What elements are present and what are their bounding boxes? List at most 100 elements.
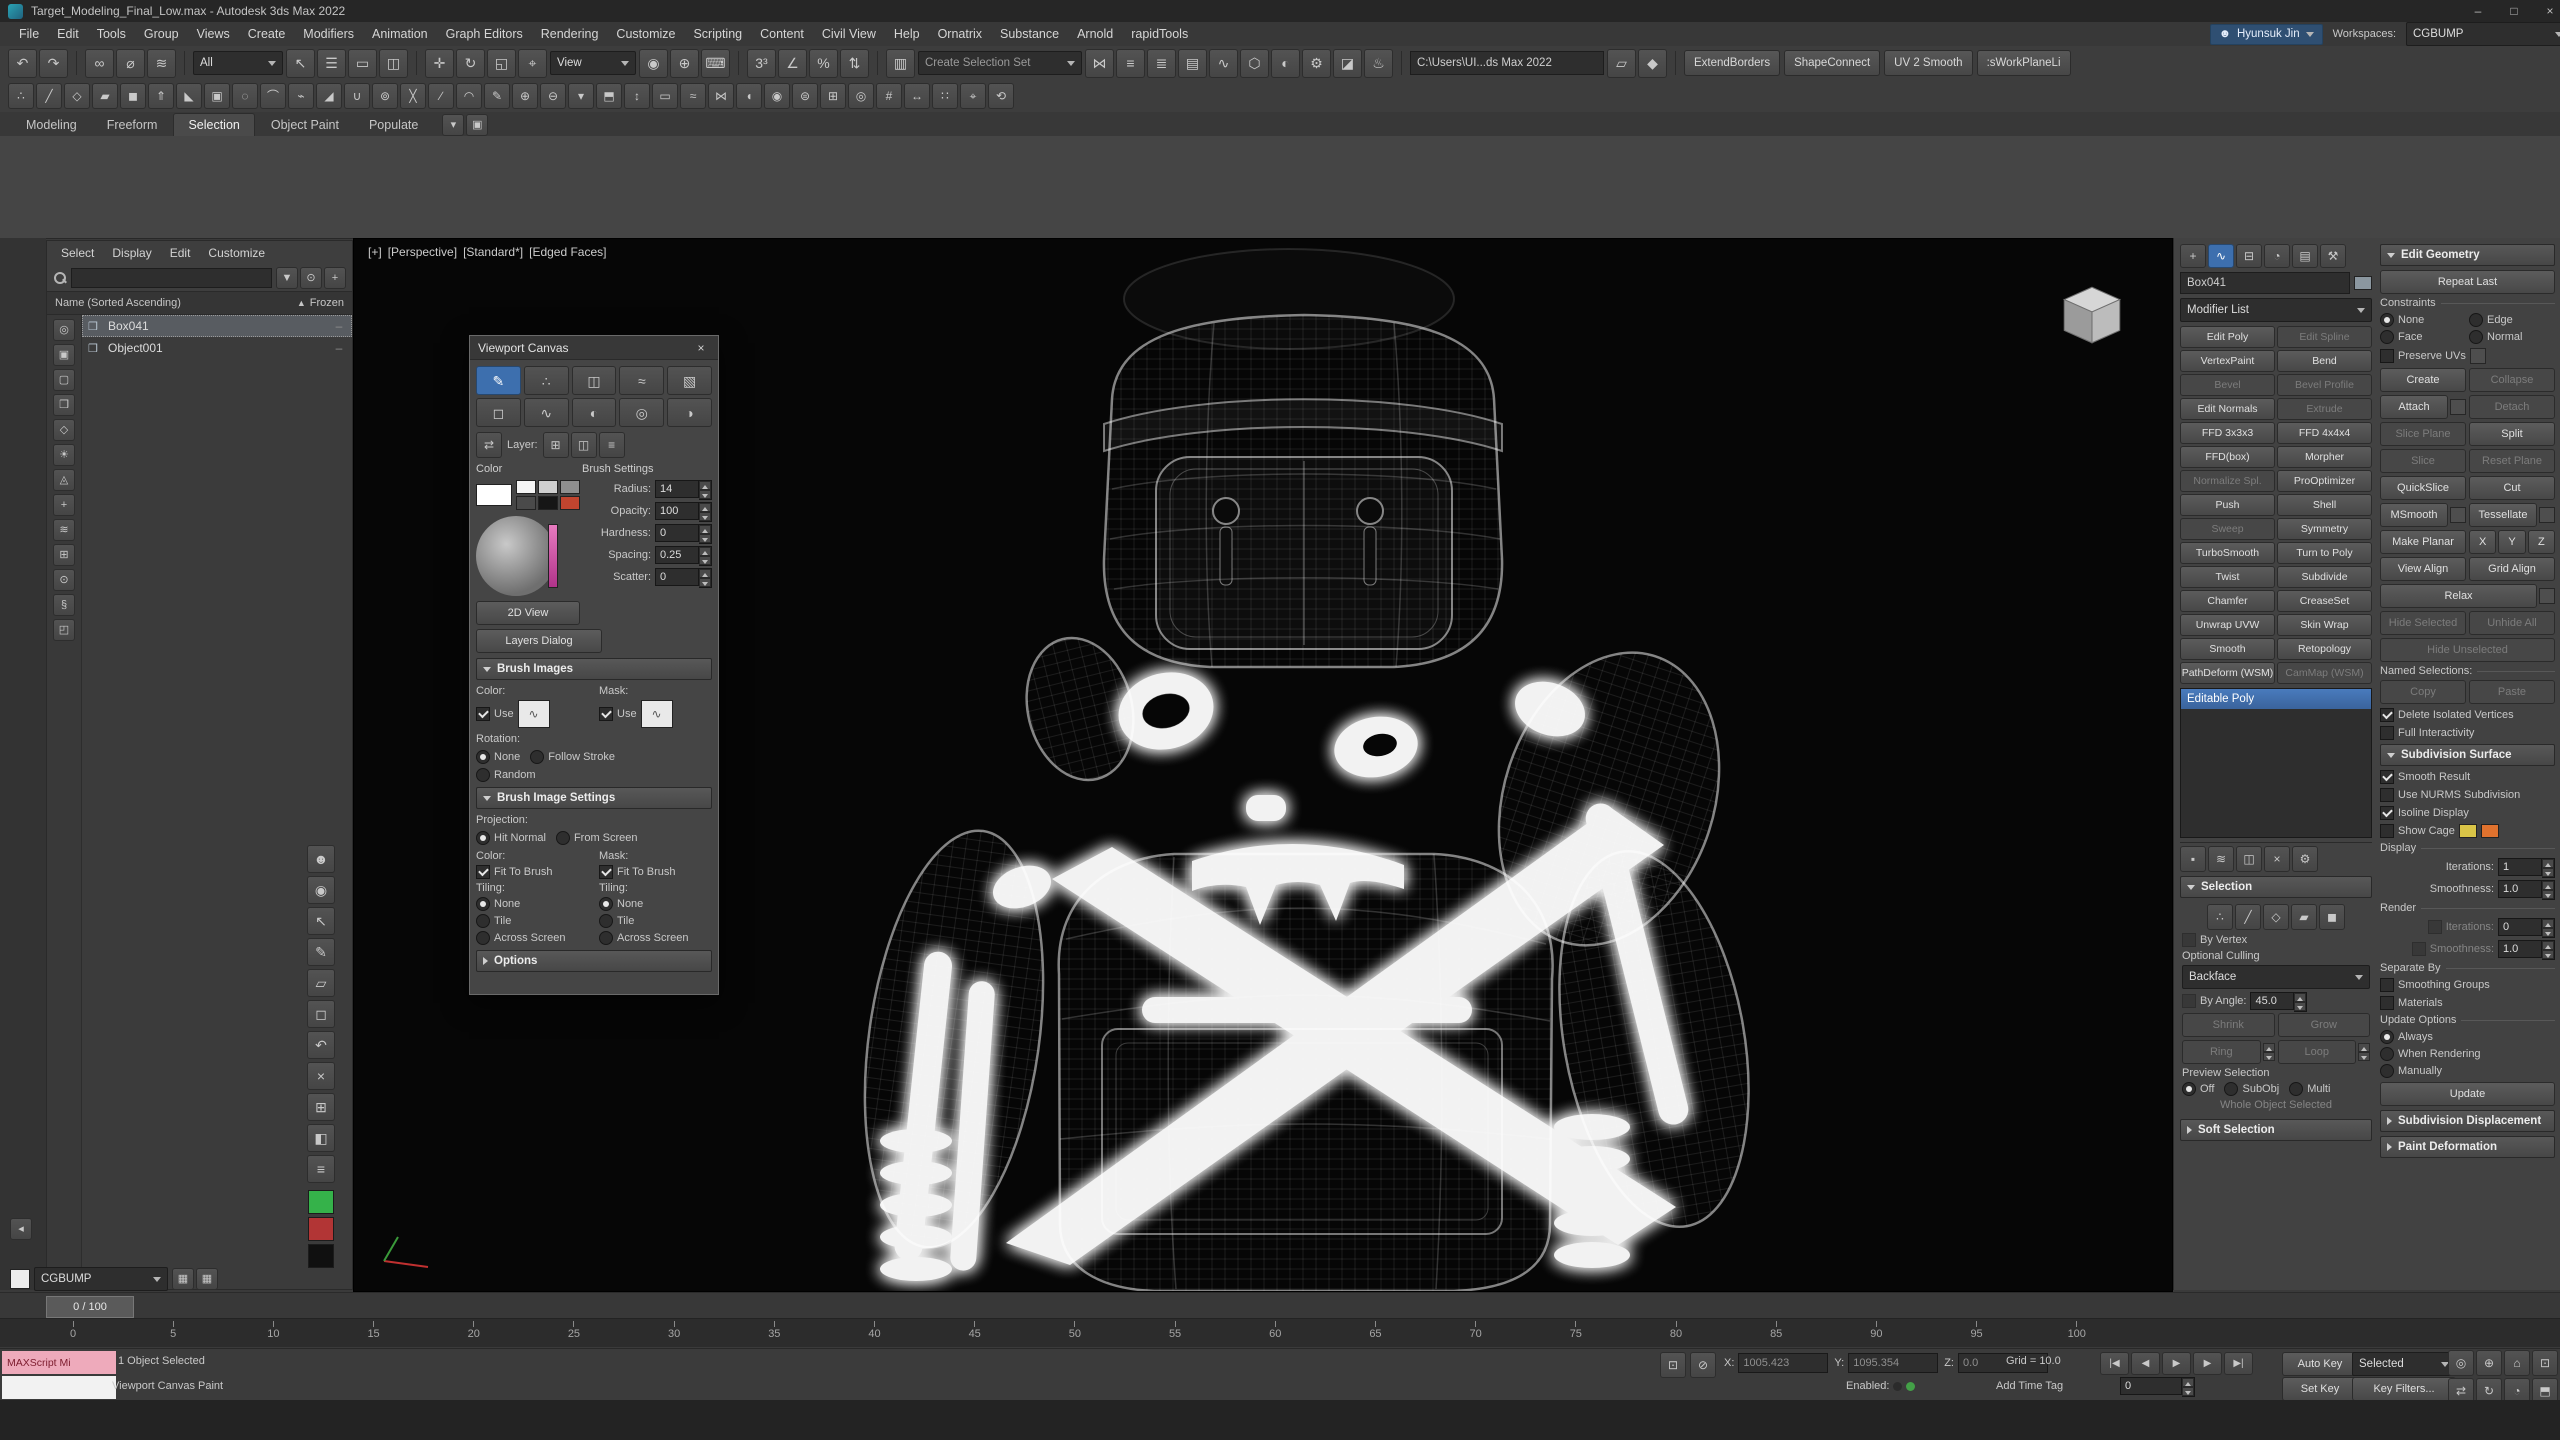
swatch-gray[interactable] bbox=[560, 480, 580, 494]
key-filters-button[interactable]: Key Filters... bbox=[2352, 1377, 2456, 1401]
menu-item[interactable]: File bbox=[10, 25, 48, 43]
timeline-tick[interactable]: 90 bbox=[1863, 1321, 1889, 1340]
tessellate-settings-button[interactable] bbox=[2539, 507, 2555, 523]
modifier-button[interactable]: CreaseSet bbox=[2277, 590, 2372, 612]
update-option-radio[interactable]: Always bbox=[2380, 1030, 2555, 1044]
symmetry-tool-icon[interactable]: ◖ bbox=[736, 83, 762, 109]
modifier-button[interactable]: Normalize Spl. bbox=[2180, 470, 2275, 492]
undo-icon[interactable]: ↶ bbox=[8, 49, 37, 78]
project-folder-icon[interactable]: ▱ bbox=[1607, 49, 1636, 78]
tiling-radio[interactable]: None bbox=[599, 897, 712, 911]
zoom-icon[interactable]: ◎ bbox=[2448, 1350, 2474, 1376]
align-icon[interactable]: ≡ bbox=[1116, 49, 1145, 78]
tiling-radio[interactable]: Across Screen bbox=[599, 931, 712, 945]
measure-icon[interactable]: ↔ bbox=[904, 83, 930, 109]
scene-object-row[interactable]: ❒ Object001 – bbox=[82, 337, 352, 359]
planar-z-button[interactable]: Z bbox=[2528, 530, 2555, 554]
fit-to-brush-mask-checkbox[interactable] bbox=[599, 865, 613, 879]
lattice-icon[interactable]: ⊞ bbox=[820, 83, 846, 109]
timeline-tick[interactable]: 50 bbox=[1062, 1321, 1088, 1340]
rollout-paint-deformation[interactable]: Paint Deformation bbox=[2380, 1136, 2555, 1158]
timeline-tick[interactable]: 100 bbox=[2064, 1321, 2090, 1340]
color-brush-thumbnail[interactable]: ∿ bbox=[518, 700, 550, 728]
explorer-groups-filter-icon[interactable]: ⊞ bbox=[53, 544, 75, 566]
ribbon-tab[interactable]: Populate bbox=[355, 114, 432, 136]
element-subobject-icon[interactable]: ◼ bbox=[2319, 904, 2345, 930]
connect-icon[interactable]: ⌁ bbox=[288, 83, 314, 109]
vertex-mode-icon[interactable]: ∴ bbox=[8, 83, 34, 109]
explorer-spacewarps-filter-icon[interactable]: ≋ bbox=[53, 519, 75, 541]
rollout-edit-geometry[interactable]: Edit Geometry bbox=[2380, 244, 2555, 266]
select-and-link-icon[interactable]: ∞ bbox=[85, 49, 114, 78]
menu-item[interactable]: Create bbox=[239, 25, 295, 43]
new-layer-icon[interactable]: ⊞ bbox=[543, 432, 569, 458]
relax-button[interactable]: Relax bbox=[2380, 584, 2537, 608]
menu-item[interactable]: Animation bbox=[363, 25, 437, 43]
relax-tool-icon[interactable]: ≈ bbox=[680, 83, 706, 109]
isolate-selection-toggle-icon[interactable]: ⊡ bbox=[1660, 1352, 1686, 1378]
zoom-all-icon[interactable]: ⊕ bbox=[2476, 1350, 2502, 1376]
menu-item[interactable]: Help bbox=[885, 25, 929, 43]
mask-brush-thumbnail[interactable]: ∿ bbox=[641, 700, 673, 728]
array-icon[interactable]: ∷ bbox=[932, 83, 958, 109]
make-planar-tool-icon[interactable]: ▭ bbox=[652, 83, 678, 109]
relax-settings-button[interactable] bbox=[2539, 588, 2555, 604]
zoom-region-icon[interactable]: ⊡ bbox=[2532, 1350, 2558, 1376]
use-mask-checkbox[interactable] bbox=[599, 707, 613, 721]
set-key-button[interactable]: Set Key bbox=[2282, 1377, 2358, 1401]
preview-radio[interactable]: Off bbox=[2182, 1082, 2214, 1096]
preserve-uvs-checkbox[interactable] bbox=[2380, 349, 2394, 363]
swift-loop-icon[interactable]: ◠ bbox=[456, 83, 482, 109]
measure-ruler-icon[interactable]: ▱ bbox=[307, 969, 335, 997]
reset-xform-icon[interactable]: ⟲ bbox=[988, 83, 1014, 109]
inset-icon[interactable]: ▣ bbox=[204, 83, 230, 109]
menu-item[interactable]: Ornatrix bbox=[929, 25, 991, 43]
explorer-find-icon[interactable]: ◎ bbox=[53, 319, 75, 341]
msmooth-settings-button[interactable] bbox=[2450, 507, 2466, 523]
object-color-swatch[interactable] bbox=[2354, 276, 2372, 290]
dialog-title-bar[interactable]: Viewport Canvas × bbox=[470, 336, 718, 360]
modifier-button[interactable]: Edit Poly bbox=[2180, 326, 2275, 348]
preview-radio[interactable]: Multi bbox=[2289, 1082, 2330, 1096]
palette-slot-icon[interactable]: ▦ bbox=[196, 1268, 218, 1290]
timeline-tick[interactable]: 75 bbox=[1563, 1321, 1589, 1340]
constraint-radio[interactable]: Edge bbox=[2469, 313, 2555, 327]
render-smoothness-checkbox[interactable] bbox=[2412, 942, 2426, 956]
copy-button[interactable]: Copy bbox=[2380, 680, 2466, 704]
project-path-field[interactable]: C:\Users\UI...ds Max 2022 bbox=[1410, 51, 1604, 75]
redo-icon[interactable]: ↷ bbox=[39, 49, 68, 78]
timeline-ruler[interactable]: 0510152025303540455055606570758085909510… bbox=[0, 1318, 2560, 1347]
by-angle-checkbox[interactable] bbox=[2182, 994, 2196, 1008]
menu-item[interactable]: rapidTools bbox=[1122, 25, 1197, 43]
timeline-tick[interactable]: 10 bbox=[260, 1321, 286, 1340]
hierarchy-tab-icon[interactable]: ⊟ bbox=[2236, 244, 2262, 268]
maxscript-mini-listener-line[interactable] bbox=[2, 1376, 116, 1399]
select-and-move-icon[interactable]: ✛ bbox=[425, 49, 454, 78]
search-input[interactable] bbox=[71, 268, 272, 288]
menu-item[interactable]: Civil View bbox=[813, 25, 885, 43]
modifier-button[interactable]: FFD(box) bbox=[2180, 446, 2275, 468]
modifier-list-select[interactable]: Modifier List bbox=[2180, 298, 2372, 322]
border-mode-icon[interactable]: ◇ bbox=[64, 83, 90, 109]
rotation-radio[interactable]: Follow Stroke bbox=[530, 750, 615, 764]
menu-item[interactable]: Tools bbox=[88, 25, 135, 43]
border-subobject-icon[interactable]: ◇ bbox=[2263, 904, 2289, 930]
rollout-soft-selection[interactable]: Soft Selection bbox=[2180, 1119, 2372, 1141]
setting-spinner[interactable]: 0 bbox=[655, 568, 712, 586]
time-slider-track[interactable]: 0 / 100 bbox=[0, 1292, 2560, 1319]
slice-button[interactable]: Slice bbox=[2380, 449, 2466, 473]
current-frame-field[interactable]: 0 bbox=[2120, 1377, 2195, 1395]
zoom-tool-icon[interactable]: ◎ bbox=[619, 398, 664, 427]
update-option-radio[interactable]: Manually bbox=[2380, 1064, 2555, 1078]
explorer-helpers-filter-icon[interactable]: + bbox=[53, 494, 75, 516]
explorer-menu-item[interactable]: Customize bbox=[200, 244, 273, 262]
tiling-radio[interactable]: None bbox=[476, 897, 589, 911]
hide-unselected-button[interactable]: Hide Unselected bbox=[2380, 638, 2555, 662]
swatch-light[interactable] bbox=[538, 480, 558, 494]
timeline-tick[interactable]: 60 bbox=[1262, 1321, 1288, 1340]
menu-item[interactable]: Modifiers bbox=[294, 25, 363, 43]
grid-align-button[interactable]: Grid Align bbox=[2469, 557, 2555, 581]
modifier-stack-item[interactable]: Editable Poly bbox=[2181, 689, 2371, 709]
modifier-button[interactable]: Skin Wrap bbox=[2277, 614, 2372, 636]
layers-dialog-button[interactable]: Layers Dialog bbox=[476, 629, 602, 653]
